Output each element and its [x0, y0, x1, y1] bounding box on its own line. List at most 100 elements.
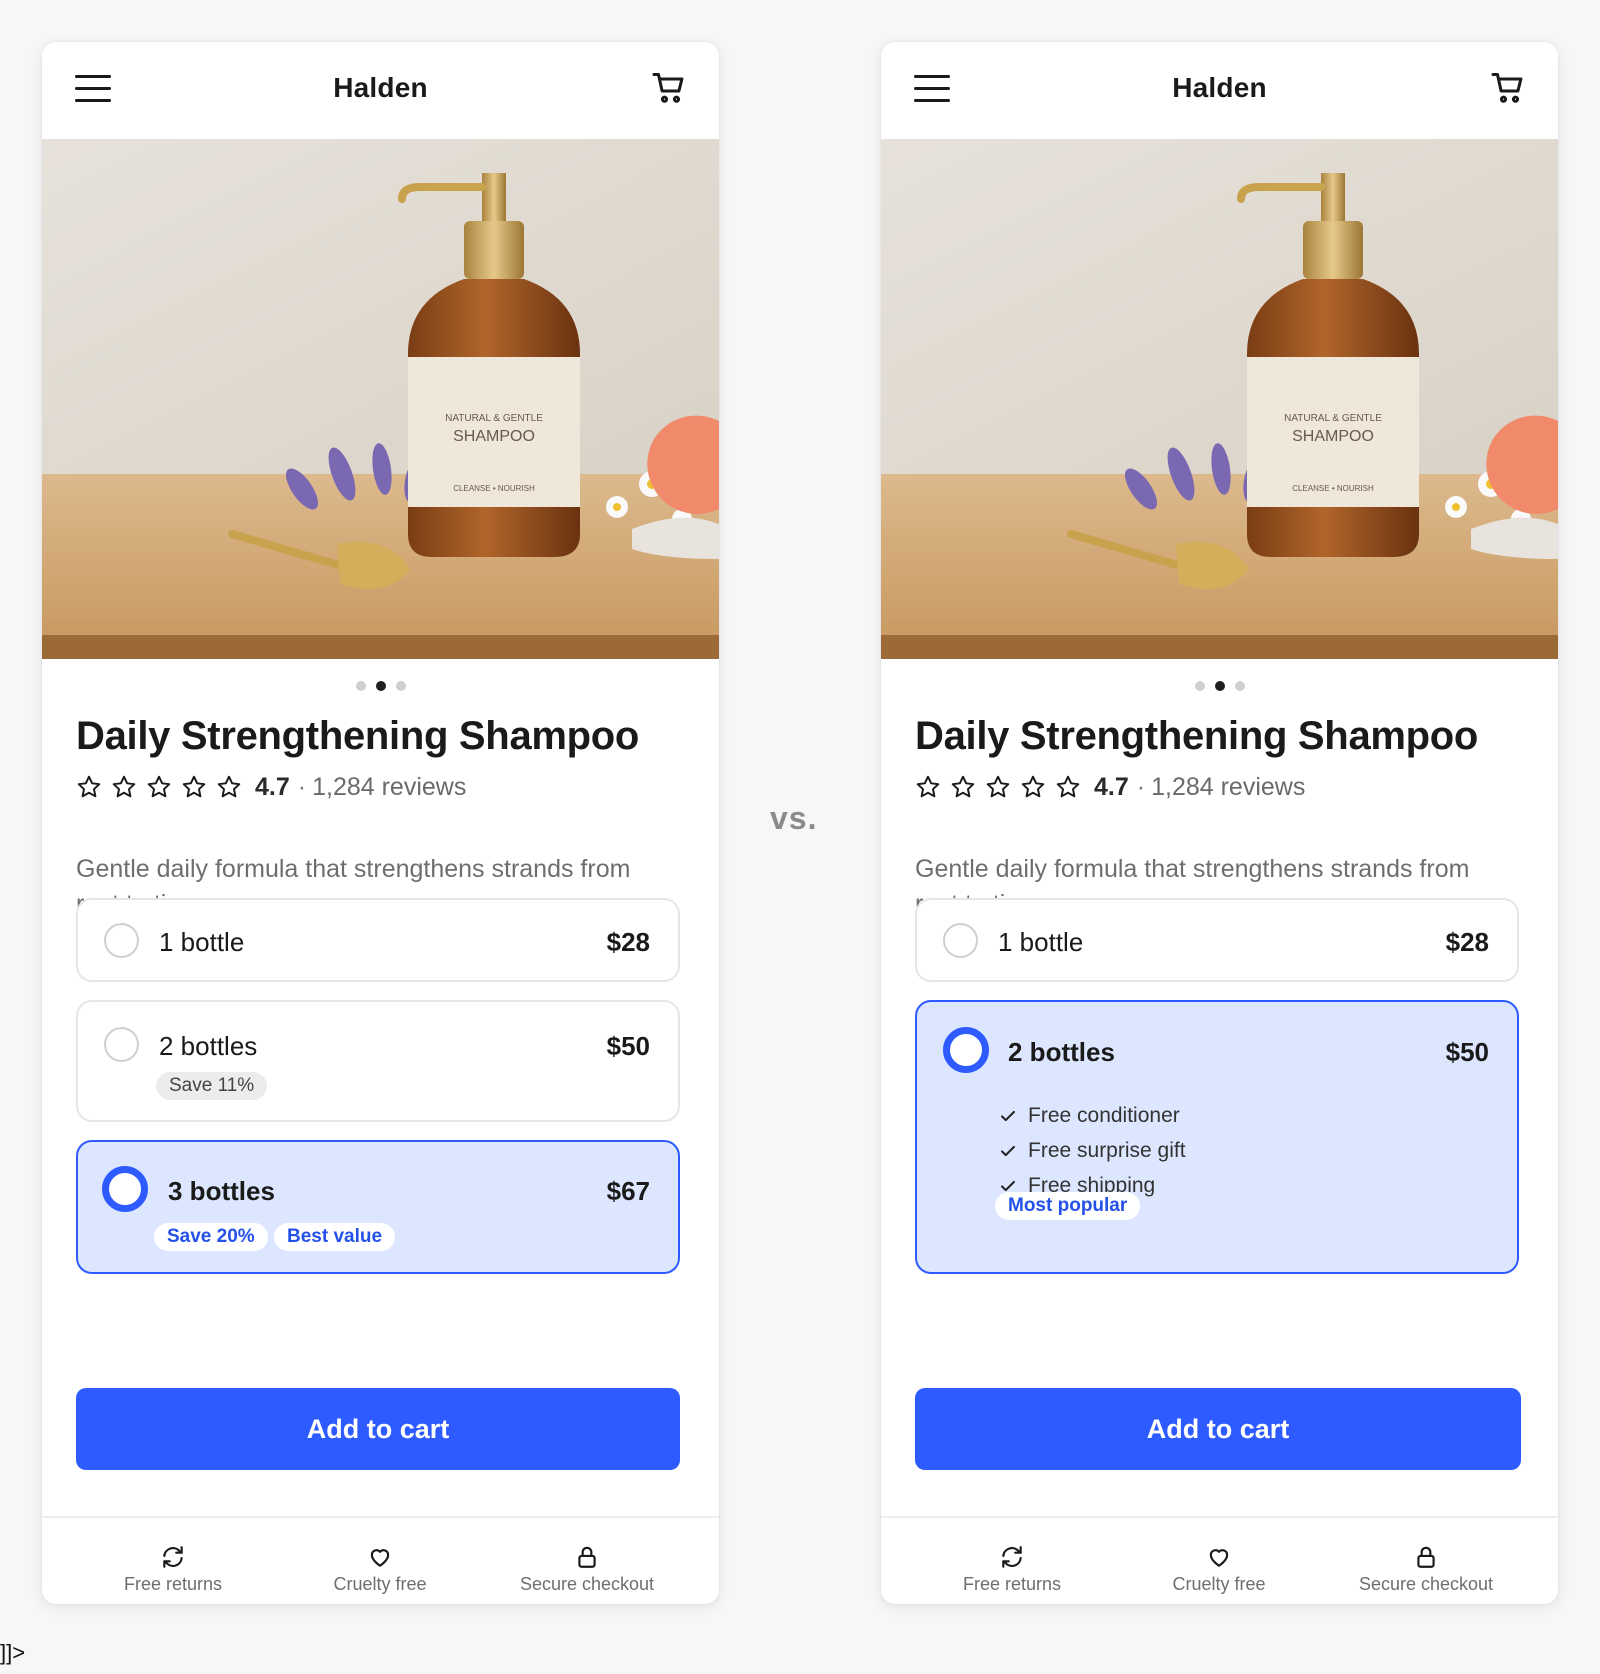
- feature-label: Free returns: [962, 1574, 1062, 1594]
- carousel-dot[interactable]: [1234, 681, 1245, 691]
- perk-item: Free conditioner: [999, 1098, 1186, 1133]
- feature-secure-checkout: Secure checkout: [1326, 1544, 1526, 1595]
- brand-title: Halden: [1172, 72, 1267, 103]
- star-icon: [1056, 775, 1080, 798]
- check-icon: [1001, 1145, 1015, 1156]
- stray-text: ]]>: [0, 1640, 26, 1665]
- bottle-label-top: NATURAL & GENTLE: [445, 413, 543, 424]
- option-2-bottles[interactable]: 2 bottles $50 Free conditioner Free surp…: [915, 1000, 1519, 1274]
- comparison-label: vs.: [770, 800, 818, 836]
- image-carousel-dots: [881, 681, 1558, 693]
- bottle-label-name: SHAMPOO: [1292, 428, 1374, 445]
- option-label: 2 bottles: [159, 1031, 258, 1061]
- product-title: Daily Strengthening Shampoo: [915, 714, 1479, 758]
- radio-selected[interactable]: [943, 1027, 989, 1073]
- option-price: $50: [1445, 1037, 1489, 1067]
- feature-free-returns: Free returns: [73, 1544, 273, 1595]
- option-price: $28: [1445, 927, 1489, 957]
- feature-cruelty-free: Cruelty free: [280, 1544, 480, 1595]
- star-icon: [1021, 775, 1045, 798]
- bottle-label-name: SHAMPOO: [453, 428, 535, 445]
- variant-b-screen: Halden NATURAL & GENTLE SHAMPOO CLEANSE …: [881, 42, 1558, 1604]
- lock-icon: [1417, 1546, 1435, 1568]
- radio-unselected[interactable]: [104, 1027, 139, 1062]
- radio-selected[interactable]: [102, 1166, 148, 1212]
- star-rating: [915, 774, 1081, 800]
- rating-separator: ·: [297, 772, 307, 801]
- bottle-label-bottom: CLEANSE • NOURISH: [453, 484, 535, 493]
- cart-icon[interactable]: [651, 70, 687, 106]
- star-icon: [986, 775, 1010, 798]
- cart-icon[interactable]: [1490, 70, 1526, 106]
- option-price: $50: [606, 1031, 650, 1061]
- refresh-icon: [163, 1546, 183, 1568]
- carousel-dot[interactable]: [395, 681, 406, 691]
- rating-row[interactable]: 4.7 · 1,284 reviews: [76, 772, 466, 802]
- perk-label: Free conditioner: [1028, 1103, 1180, 1127]
- savings-badge: Save 11%: [156, 1072, 268, 1100]
- most-popular-badge: Most popular: [995, 1192, 1141, 1220]
- lock-icon: [578, 1546, 596, 1568]
- app-header: Halden: [881, 42, 1558, 139]
- bottle-label-top: NATURAL & GENTLE: [1284, 413, 1382, 424]
- product-title: Daily Strengthening Shampoo: [76, 714, 640, 758]
- option-label: 3 bottles: [168, 1176, 275, 1206]
- product-image[interactable]: NATURAL & GENTLE SHAMPOO CLEANSE • NOURI…: [42, 139, 719, 659]
- rating-row[interactable]: 4.7 · 1,284 reviews: [915, 772, 1305, 802]
- variant-a-screen: Halden NATURAL & GENTLE SHAMPOO CLEANSE …: [42, 42, 719, 1604]
- feature-label: Cruelty free: [333, 1574, 427, 1594]
- add-to-cart-button[interactable]: Add to cart: [915, 1388, 1521, 1470]
- review-count: 1,284 reviews: [1151, 772, 1306, 801]
- star-icon: [951, 775, 975, 798]
- feature-secure-checkout: Secure checkout: [487, 1544, 687, 1595]
- option-price: $28: [606, 927, 650, 957]
- radio-unselected[interactable]: [104, 923, 139, 958]
- option-1-bottle[interactable]: 1 bottle $28: [76, 898, 680, 982]
- carousel-dot[interactable]: [355, 681, 366, 691]
- option-3-bottles[interactable]: 3 bottles $67 Save 20% Best value: [76, 1140, 680, 1274]
- rating-value: 4.7: [255, 772, 290, 801]
- trust-features: Free returns Cruelty free Secure checkou…: [42, 1516, 719, 1604]
- best-value-badge: Best value: [274, 1223, 396, 1251]
- add-to-cart-button[interactable]: Add to cart: [76, 1388, 680, 1470]
- rating-value: 4.7: [1094, 772, 1129, 801]
- star-icon: [112, 775, 136, 798]
- feature-label: Secure checkout: [1358, 1574, 1494, 1594]
- image-carousel-dots: [42, 681, 719, 693]
- feature-label: Free returns: [123, 1574, 223, 1594]
- feature-free-returns: Free returns: [912, 1544, 1112, 1595]
- perk-item: Free surprise gift: [999, 1133, 1186, 1168]
- review-count: 1,284 reviews: [312, 772, 467, 801]
- option-price: $67: [606, 1176, 650, 1206]
- app-header: Halden: [42, 42, 719, 139]
- perks-list: Free conditioner Free surprise gift Free…: [999, 1098, 1186, 1203]
- radio-unselected[interactable]: [943, 923, 978, 958]
- product-image[interactable]: NATURAL & GENTLE SHAMPOO CLEANSE • NOURI…: [881, 139, 1558, 659]
- option-label: 1 bottle: [159, 927, 245, 957]
- carousel-dot[interactable]: [1194, 681, 1205, 691]
- star-icon: [77, 775, 101, 798]
- star-rating: [76, 774, 242, 800]
- feature-label: Cruelty free: [1172, 1574, 1266, 1594]
- star-icon: [217, 775, 241, 798]
- option-1-bottle[interactable]: 1 bottle $28: [915, 898, 1519, 982]
- rating-separator: ·: [1136, 772, 1146, 801]
- heart-icon: [1209, 1549, 1229, 1567]
- feature-cruelty-free: Cruelty free: [1119, 1544, 1319, 1595]
- savings-badge: Save 20%: [154, 1223, 268, 1251]
- option-label: 2 bottles: [1008, 1037, 1115, 1067]
- feature-label: Secure checkout: [519, 1574, 655, 1594]
- star-icon: [916, 775, 940, 798]
- carousel-dot-active[interactable]: [375, 681, 386, 691]
- trust-features: Free returns Cruelty free Secure checkou…: [881, 1516, 1558, 1604]
- carousel-dot-active[interactable]: [1214, 681, 1225, 691]
- refresh-icon: [1002, 1546, 1022, 1568]
- star-icon: [182, 775, 206, 798]
- option-2-bottles[interactable]: 2 bottles $50 Save 11%: [76, 1000, 680, 1122]
- check-icon: [1001, 1110, 1015, 1121]
- perk-label: Free surprise gift: [1028, 1138, 1186, 1162]
- heart-icon: [370, 1549, 390, 1567]
- option-label: 1 bottle: [998, 927, 1084, 957]
- brand-title: Halden: [333, 72, 428, 103]
- bottle-label-bottom: CLEANSE • NOURISH: [1292, 484, 1374, 493]
